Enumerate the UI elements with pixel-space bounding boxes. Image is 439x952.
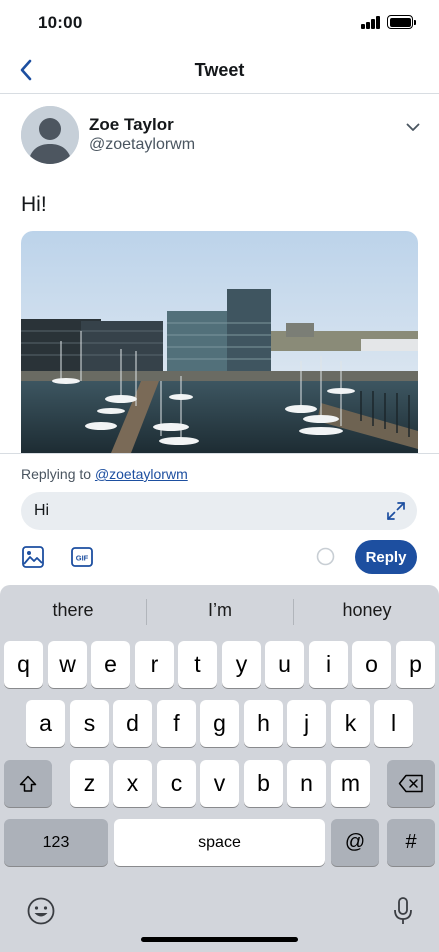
signal-icon [361,16,381,29]
key-s[interactable]: s [70,700,109,747]
suggestion-1[interactable]: there [0,585,146,635]
key-w[interactable]: w [48,641,87,688]
key-l[interactable]: l [374,700,413,747]
key-y[interactable]: y [222,641,261,688]
key-x[interactable]: x [113,760,152,807]
battery-tip [414,19,416,25]
keyboard: there I’m honey q w e r t y u i o p a s … [0,585,439,952]
key-r[interactable]: r [135,641,174,688]
nav-bar: Tweet [0,46,439,94]
chevron-down-icon [406,123,420,131]
battery-icon [387,15,413,29]
key-t[interactable]: t [178,641,217,688]
reply-button[interactable]: Reply [355,540,417,574]
home-indicator [141,937,298,942]
replying-to-handle-link[interactable]: @zoetaylorwm [95,466,188,482]
key-k[interactable]: k [331,700,370,747]
expand-arrows-icon[interactable] [385,500,407,522]
key-z[interactable]: z [70,760,109,807]
key-h[interactable]: h [244,700,283,747]
suggestion-2[interactable]: I’m [147,585,293,635]
key-g[interactable]: g [200,700,239,747]
key-b[interactable]: b [244,760,283,807]
suggestion-bar: there I’m honey [0,585,439,635]
hash-key[interactable]: # [387,819,435,866]
shift-key[interactable] [4,760,52,807]
avatar-placeholder-icon [21,106,79,164]
avatar[interactable] [21,106,79,164]
key-m[interactable]: m [331,760,370,807]
key-e[interactable]: e [91,641,130,688]
backspace-key[interactable] [387,760,435,807]
character-counter [316,547,335,566]
tweet-image[interactable] [21,231,418,453]
page-title: Tweet [194,60,245,80]
key-q[interactable]: q [4,641,43,688]
key-d[interactable]: d [113,700,152,747]
key-o[interactable]: o [352,641,391,688]
status-time: 10:00 [38,13,83,32]
key-u[interactable]: u [265,641,304,688]
gif-icon[interactable]: GIF [70,545,94,569]
keyboard-bottom-bar [0,892,439,932]
svg-text:GIF: GIF [76,554,89,563]
status-bar: 10:00 [0,0,439,46]
author-handle[interactable]: @zoetaylorwm [89,136,195,154]
more-options-button[interactable] [402,116,424,138]
backspace-icon [398,774,423,793]
suggestion-3[interactable]: honey [294,585,439,635]
key-j[interactable]: j [287,700,326,747]
space-key[interactable]: space [114,819,325,866]
image-icon[interactable] [21,545,45,569]
key-v[interactable]: v [200,760,239,807]
reply-input[interactable]: Hi [21,492,417,530]
key-a[interactable]: a [26,700,65,747]
shift-icon [19,775,37,792]
key-n[interactable]: n [287,760,326,807]
tweet-text: Hi! [21,193,47,216]
numbers-key[interactable]: 123 [4,819,108,866]
key-p[interactable]: p [396,641,435,688]
reply-composer: Replying to @zoetaylorwm Hi GIF Reply [0,453,439,585]
replying-to-line: Replying to @zoetaylorwm [21,466,188,482]
key-i[interactable]: i [309,641,348,688]
at-key[interactable]: @ [331,819,379,866]
key-f[interactable]: f [157,700,196,747]
microphone-icon[interactable] [392,896,414,926]
author-name[interactable]: Zoe Taylor [89,115,174,135]
replying-to-label: Replying to [21,466,95,482]
harbor-photo [21,231,418,453]
key-c[interactable]: c [157,760,196,807]
emoji-icon[interactable] [26,896,56,926]
reply-input-text[interactable]: Hi [34,502,49,520]
